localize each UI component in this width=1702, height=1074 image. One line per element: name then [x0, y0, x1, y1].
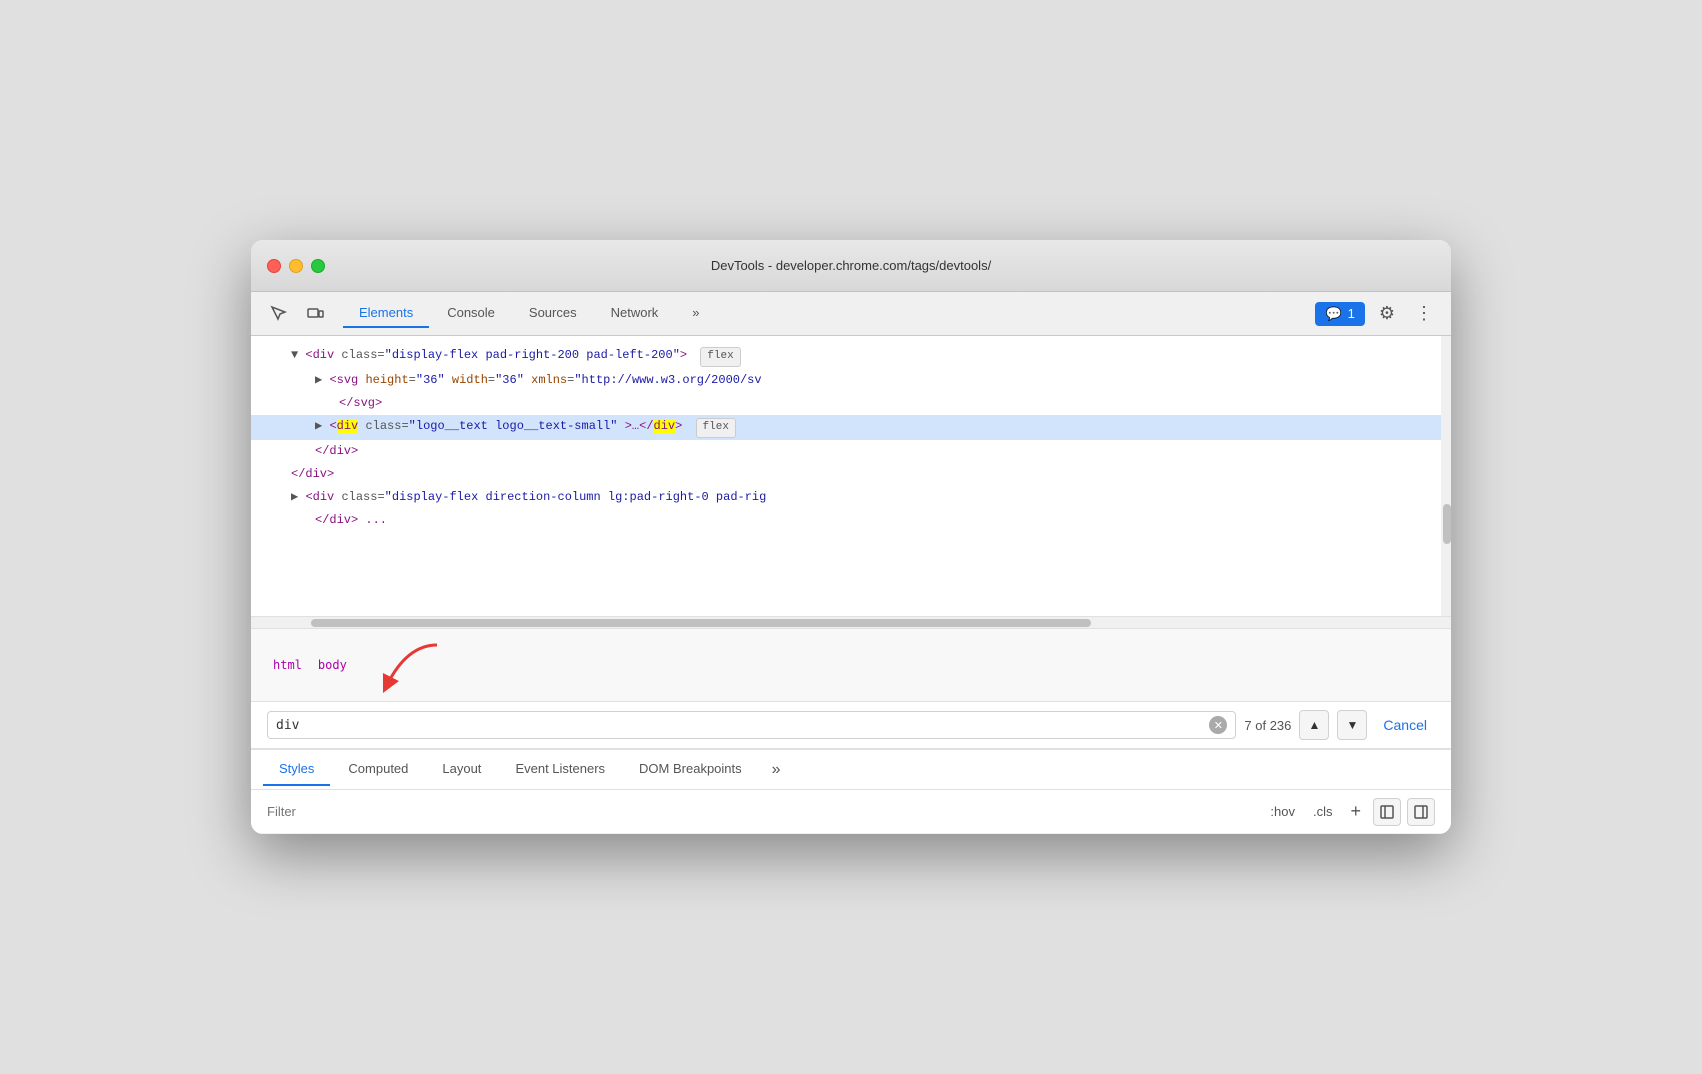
- flex-badge[interactable]: flex: [696, 418, 736, 438]
- dom-line[interactable]: </svg>: [251, 392, 1451, 415]
- dom-line[interactable]: </div>: [251, 440, 1451, 463]
- tab-sources[interactable]: Sources: [513, 299, 593, 328]
- tab-computed[interactable]: Computed: [332, 753, 424, 786]
- dom-line[interactable]: ▶ <svg height="36" width="36" xmlns="htt…: [251, 369, 1451, 392]
- toggle-sidebar-button[interactable]: [1373, 798, 1401, 826]
- inspect-element-button[interactable]: [263, 298, 295, 330]
- search-count: 7 of 236: [1244, 718, 1291, 733]
- scroll-thumb[interactable]: [1443, 504, 1451, 544]
- search-next-button[interactable]: ▼: [1337, 710, 1367, 740]
- dom-line[interactable]: </div> ...: [251, 509, 1451, 532]
- computed-sidebar-button[interactable]: [1407, 798, 1435, 826]
- tab-more[interactable]: »: [676, 299, 715, 328]
- triangle-icon: ▼: [291, 348, 298, 362]
- tab-layout[interactable]: Layout: [426, 753, 497, 786]
- more-tabs-icon: »: [692, 305, 699, 320]
- h-scroll-thumb[interactable]: [311, 619, 1091, 627]
- dom-line[interactable]: </div>: [251, 463, 1451, 486]
- hov-button[interactable]: :hov: [1264, 802, 1301, 821]
- settings-icon[interactable]: ⚙: [1373, 299, 1401, 328]
- tab-elements[interactable]: Elements: [343, 299, 429, 328]
- filter-input[interactable]: [267, 804, 1256, 819]
- main-toolbar: Elements Console Sources Network » 💬 1 ⚙…: [251, 292, 1451, 336]
- vertical-scrollbar[interactable]: [1441, 336, 1451, 616]
- tab-network[interactable]: Network: [595, 299, 675, 328]
- breadcrumb-body[interactable]: body: [312, 656, 353, 674]
- feedback-icon: 💬: [1325, 306, 1341, 322]
- maximize-button[interactable]: [311, 259, 325, 273]
- add-style-rule-button[interactable]: +: [1344, 799, 1367, 824]
- devtools-window: DevTools - developer.chrome.com/tags/dev…: [251, 240, 1451, 834]
- tab-bar: Elements Console Sources Network »: [343, 299, 1311, 328]
- toolbar-right: 💬 1 ⚙ ⋮: [1315, 299, 1439, 328]
- filter-actions: :hov .cls +: [1264, 798, 1435, 826]
- window-title: DevTools - developer.chrome.com/tags/dev…: [711, 258, 991, 273]
- styles-tabs: Styles Computed Layout Event Listeners D…: [251, 750, 1451, 790]
- feedback-count: 1: [1348, 306, 1355, 321]
- search-bar: ✕ 7 of 236 ▲ ▼ Cancel: [251, 702, 1451, 749]
- title-bar: DevTools - developer.chrome.com/tags/dev…: [251, 240, 1451, 292]
- dom-panel: ▼ <div class="display-flex pad-right-200…: [251, 336, 1451, 616]
- device-toggle-button[interactable]: [299, 298, 331, 330]
- search-input-wrap: ✕: [267, 711, 1236, 739]
- cls-button[interactable]: .cls: [1307, 802, 1339, 821]
- traffic-lights: [267, 259, 325, 273]
- triangle-icon: ▶: [291, 490, 298, 504]
- tab-event-listeners[interactable]: Event Listeners: [499, 753, 621, 786]
- styles-panel: Styles Computed Layout Event Listeners D…: [251, 749, 1451, 834]
- search-prev-button[interactable]: ▲: [1299, 710, 1329, 740]
- filter-bar: :hov .cls +: [251, 790, 1451, 834]
- search-cancel-button[interactable]: Cancel: [1375, 713, 1435, 737]
- more-options-icon[interactable]: ⋮: [1409, 299, 1439, 328]
- tab-styles[interactable]: Styles: [263, 753, 330, 786]
- dom-line[interactable]: ▼ <div class="display-flex pad-right-200…: [251, 344, 1451, 369]
- minimize-button[interactable]: [289, 259, 303, 273]
- dom-line-selected[interactable]: ▶ <div class="logo__text logo__text-smal…: [251, 415, 1451, 440]
- horizontal-scrollbar[interactable]: [251, 616, 1451, 628]
- feedback-button[interactable]: 💬 1: [1315, 302, 1364, 326]
- tab-dom-breakpoints[interactable]: DOM Breakpoints: [623, 753, 758, 786]
- breadcrumb-bar: html body: [251, 628, 1451, 702]
- styles-more-tabs-icon[interactable]: »: [764, 757, 789, 783]
- close-button[interactable]: [267, 259, 281, 273]
- flex-badge[interactable]: flex: [700, 347, 740, 367]
- dom-line[interactable]: ▶ <div class="display-flex direction-col…: [251, 486, 1451, 509]
- breadcrumb-html[interactable]: html: [267, 656, 308, 674]
- triangle-icon: ▶: [315, 373, 322, 387]
- clear-search-button[interactable]: ✕: [1209, 716, 1227, 734]
- tab-console[interactable]: Console: [431, 299, 511, 328]
- search-input[interactable]: [276, 718, 1203, 733]
- triangle-icon: ▶: [315, 419, 322, 433]
- annotation-arrow: [367, 635, 447, 695]
